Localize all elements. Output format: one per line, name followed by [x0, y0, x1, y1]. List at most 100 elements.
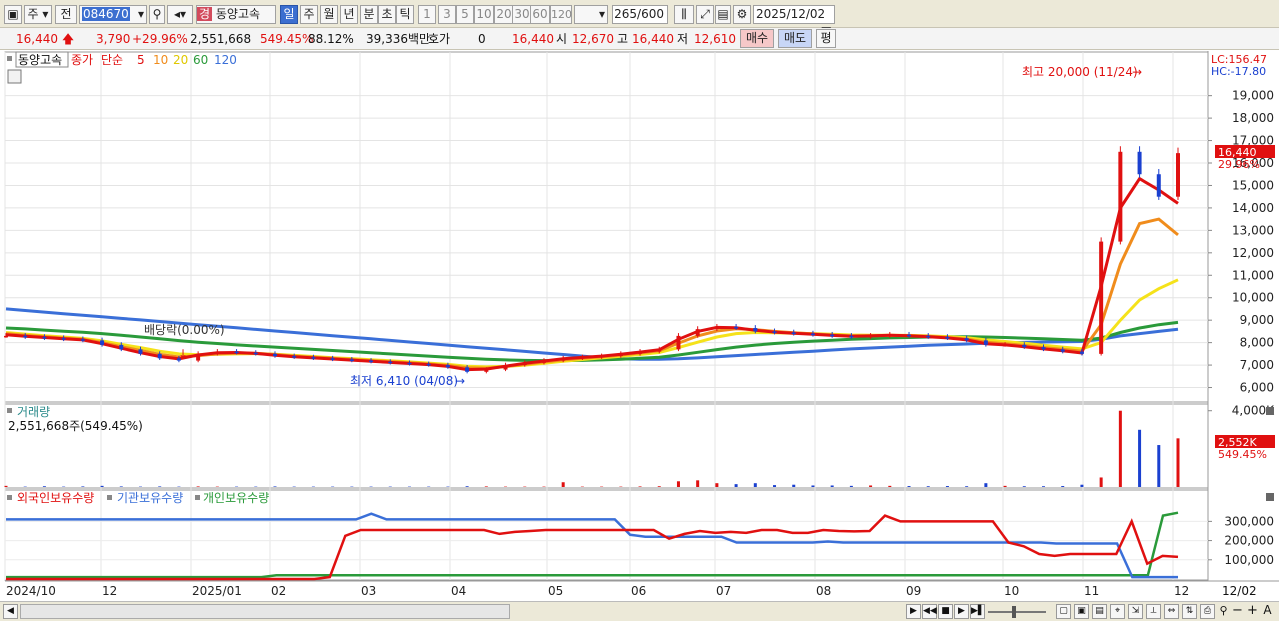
high-annotation: 최고 20,000 (11/24): [1022, 65, 1138, 79]
draw-tool-icon[interactable]: ⤢: [696, 5, 714, 24]
volume-bar: [676, 481, 680, 487]
tab-tick[interactable]: 틱: [396, 5, 414, 24]
volume-close-icon[interactable]: [1266, 407, 1274, 415]
date-field[interactable]: 2025/12/02 ▦: [753, 5, 835, 38]
stock-name: 동양고속: [215, 7, 261, 21]
compare-icon[interactable]: ⇅: [1182, 604, 1197, 619]
chart-svg[interactable]: 6,000 7,000 8,000 9,000 10,000 11,000 12,000 13…: [4, 51, 1279, 602]
x-tick-label: 03: [361, 584, 376, 598]
volume-bar: [1003, 485, 1007, 487]
scroll-left-icon[interactable]: ◀: [3, 604, 18, 619]
chart-area[interactable]: 6,000 7,000 8,000 9,000 10,000 11,000 12,000 13…: [4, 51, 1279, 602]
search-icon[interactable]: ⚲: [149, 5, 165, 24]
code-dropdown-icon[interactable]: ▾: [138, 6, 146, 23]
stock-code-input[interactable]: 084670 ▾: [79, 5, 147, 24]
candle-body: [618, 353, 623, 357]
fast-forward-icon[interactable]: ▶▌: [970, 604, 985, 619]
volume-bar: [484, 486, 488, 487]
interval-3[interactable]: 3: [438, 5, 456, 24]
candle-body: [253, 352, 258, 355]
period-select[interactable]: 주 ▾: [24, 5, 52, 24]
high-label: 고: [617, 32, 629, 46]
scroll-right-icon[interactable]: ▶: [906, 604, 921, 619]
tab-year[interactable]: 년: [340, 5, 358, 24]
custom-interval-select[interactable]: ▾: [574, 5, 608, 24]
prev-button[interactable]: 전: [55, 5, 77, 24]
interval-1[interactable]: 1: [418, 5, 436, 24]
candle-body: [503, 365, 508, 370]
legend-stock-name: 동양고속: [18, 53, 62, 67]
ruler-icon[interactable]: ⟂: [1146, 604, 1161, 619]
count-field[interactable]: 265/600: [612, 5, 668, 24]
candle-body: [369, 360, 374, 363]
tab-day[interactable]: 일: [280, 5, 298, 24]
open-price: 12,670: [572, 32, 614, 46]
tab-month[interactable]: 월: [320, 5, 338, 24]
zoom-search-icon[interactable]: ⚲: [1216, 604, 1231, 619]
fast-back-icon[interactable]: ◀◀: [922, 604, 937, 619]
scale-icon[interactable]: ⇲: [1128, 604, 1143, 619]
tab-minute[interactable]: 분: [360, 5, 378, 24]
period-icon[interactable]: ⇔: [1164, 604, 1179, 619]
interval-120[interactable]: 120: [550, 5, 572, 24]
candle-type-icon[interactable]: ⫼: [674, 5, 694, 24]
interval-60[interactable]: 60: [530, 5, 550, 24]
x-tick-label: 05: [548, 584, 563, 598]
settings-gear-icon[interactable]: ⚙: [733, 5, 751, 24]
horizontal-scrollbar[interactable]: [20, 604, 510, 619]
volume-bar: [945, 486, 949, 487]
legend-foreign: 외국인보유수량: [17, 491, 94, 505]
interval-10[interactable]: 10: [474, 5, 494, 24]
zoom-in-icon[interactable]: +: [1245, 604, 1260, 619]
view-2-icon[interactable]: ▣: [1074, 604, 1089, 619]
candle-body: [734, 326, 739, 329]
interval-30[interactable]: 30: [512, 5, 532, 24]
holding-close-icon[interactable]: [1266, 493, 1274, 501]
view-1-icon[interactable]: ▢: [1056, 604, 1071, 619]
save-icon[interactable]: ▤: [715, 5, 731, 24]
price-tick-label: 13,000: [1232, 223, 1274, 237]
candle-body: [1003, 344, 1008, 347]
view-3-icon[interactable]: ▤: [1092, 604, 1107, 619]
stop-icon[interactable]: ■: [938, 604, 953, 619]
last-pct-label: 29.96%: [1218, 158, 1260, 171]
buy-button[interactable]: 매수: [740, 29, 774, 48]
legend-close: 종가: [71, 53, 93, 67]
sound-icon[interactable]: ◂▾: [167, 5, 193, 24]
play-icon[interactable]: ▶: [954, 604, 969, 619]
candle-body: [849, 335, 854, 338]
zoom-out-icon[interactable]: −: [1230, 604, 1245, 619]
volume-bar: [1042, 486, 1046, 487]
candle-body: [1137, 151, 1142, 175]
table-view-icon[interactable]: [7, 69, 22, 84]
volume-bar: [734, 484, 738, 487]
sell-button[interactable]: 매도: [778, 29, 812, 48]
volume-bar: [81, 486, 85, 487]
interval-5[interactable]: 5: [456, 5, 474, 24]
candle-body: [964, 338, 969, 341]
candle-body: [868, 335, 873, 338]
zoom-slider[interactable]: [988, 611, 1046, 613]
current-price: 16,440 🡅: [16, 32, 75, 46]
x-tick-label: 09: [906, 584, 921, 598]
interval-20[interactable]: 20: [494, 5, 514, 24]
export-icon[interactable]: ⎙: [1200, 604, 1215, 619]
zoom-slider-handle[interactable]: [1012, 606, 1016, 618]
stock-name-field[interactable]: 경 동양고속: [196, 5, 276, 24]
tab-week[interactable]: 주: [300, 5, 318, 24]
eval-button[interactable]: 평: [816, 29, 836, 48]
x-tick-label: 02: [271, 584, 286, 598]
trade-amount: 39,336백만: [366, 32, 431, 46]
window-menu-icon[interactable]: ▣: [4, 5, 22, 24]
candle-body: [311, 357, 316, 359]
font-size-icon[interactable]: A: [1260, 604, 1275, 619]
volume-bar: [773, 485, 777, 487]
date-value: 2025/12/02: [756, 7, 826, 21]
candle-body: [196, 353, 201, 361]
tab-second[interactable]: 초: [378, 5, 396, 24]
volume-bar: [1080, 484, 1084, 487]
x-tick-label: 12: [1174, 584, 1189, 598]
volume-bar: [657, 486, 661, 487]
crosshair-icon[interactable]: ⌖: [1110, 604, 1125, 619]
candle-body: [772, 331, 777, 333]
